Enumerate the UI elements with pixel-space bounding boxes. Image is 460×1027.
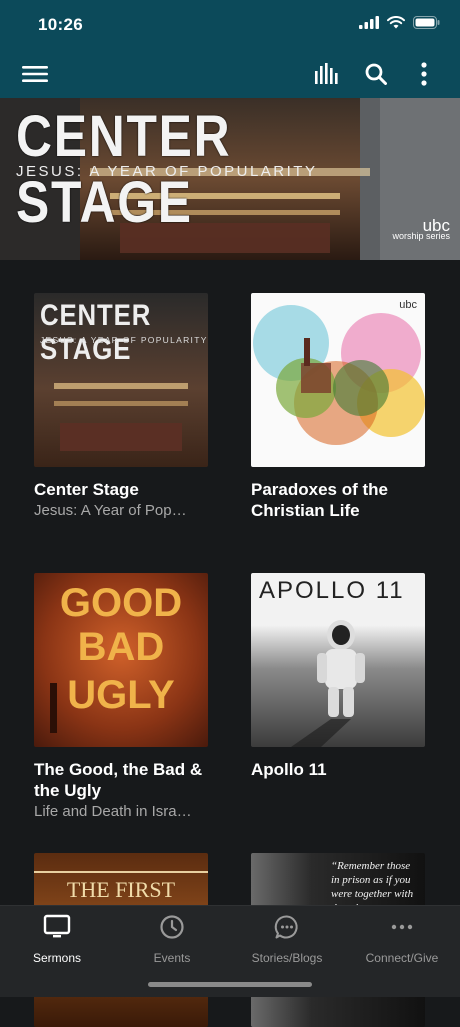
search-button[interactable] xyxy=(362,60,390,88)
hero-subtitle: JESUS: A YEAR OF POPULARITY xyxy=(16,163,318,180)
art-word-good: GOOD xyxy=(59,581,183,625)
tab-label: Events xyxy=(153,951,191,965)
series-thumbnail: CENTER STAGE JESUS: A YEAR OF POPULARITY xyxy=(34,293,208,467)
tab-sermons[interactable]: Sermons xyxy=(2,914,112,965)
equalizer-icon xyxy=(315,63,338,84)
tab-connect-give[interactable]: Connect/Give xyxy=(347,914,457,965)
hamburger-menu-icon xyxy=(22,66,48,82)
series-thumbnail: GOOD BAD UGLY xyxy=(34,573,208,747)
vertical-dots-icon xyxy=(421,62,427,86)
series-title: Paradoxes of the Christian Life xyxy=(251,480,388,520)
tab-label: Connect/Give xyxy=(365,951,439,965)
home-indicator xyxy=(148,982,312,987)
tv-icon xyxy=(43,914,71,938)
audio-button[interactable] xyxy=(313,60,341,88)
wifi-icon xyxy=(387,16,405,29)
series-title: The Good, the Bad & the Ugly xyxy=(34,760,203,800)
status-time: 10:26 xyxy=(38,15,83,34)
series-card-apollo-11[interactable]: APOLLO 11 Apollo 11 xyxy=(251,573,429,782)
ubc-badge: ubc worship series xyxy=(392,216,450,242)
menu-button[interactable] xyxy=(21,60,49,88)
series-subtitle: Life and Death in Isra… xyxy=(34,803,192,820)
astronaut-illustration xyxy=(291,620,365,747)
tab-events[interactable]: Events xyxy=(117,914,227,965)
art-word-ugly: UGLY xyxy=(67,673,175,717)
tab-label: Sermons xyxy=(32,951,82,965)
watercolor-church-art xyxy=(253,305,425,445)
ubc-badge-sub: worship series xyxy=(392,231,450,241)
app-bar xyxy=(0,50,460,98)
series-title: Center Stage xyxy=(34,480,139,499)
art-title: THE FIRST xyxy=(66,877,176,902)
art-subtitle: JESUS: A YEAR OF POPULARITY xyxy=(40,335,208,345)
art-title: CENTER STAGE xyxy=(40,299,152,366)
series-thumbnail: APOLLO 11 xyxy=(251,573,425,747)
overflow-menu-button[interactable] xyxy=(410,60,438,88)
search-icon xyxy=(365,63,387,85)
series-grid: CENTER STAGE JESUS: A YEAR OF POPULARITY… xyxy=(0,260,460,1027)
more-dots-icon xyxy=(391,924,413,930)
series-card-center-stage[interactable]: CENTER STAGE JESUS: A YEAR OF POPULARITY… xyxy=(34,293,212,519)
ubc-badge-name: ubc xyxy=(422,216,450,235)
cellular-signal-icon xyxy=(359,16,379,29)
status-bar: 10:26 xyxy=(0,0,460,50)
series-thumbnail: ubc xyxy=(251,293,425,467)
series-card-paradoxes[interactable]: ubc Paradoxes of the Christian Life xyxy=(251,293,429,523)
series-title: Apollo 11 xyxy=(251,760,327,779)
series-card-good-bad-ugly[interactable]: GOOD BAD UGLY The Good, the Bad & the Ug… xyxy=(34,573,212,820)
battery-icon xyxy=(413,16,440,29)
art-badge: ubc xyxy=(399,299,417,311)
featured-series-banner[interactable]: CENTER STAGE JESUS: A YEAR OF POPULARITY… xyxy=(0,98,460,260)
chat-bubble-icon xyxy=(274,915,298,939)
tab-label: Stories/Blogs xyxy=(251,951,323,965)
series-subtitle: Jesus: A Year of Pop… xyxy=(34,502,187,519)
art-word-bad: BAD xyxy=(77,625,165,669)
clock-icon xyxy=(160,915,184,939)
status-icons xyxy=(359,16,440,29)
tab-stories-blogs[interactable]: Stories/Blogs xyxy=(232,914,342,965)
